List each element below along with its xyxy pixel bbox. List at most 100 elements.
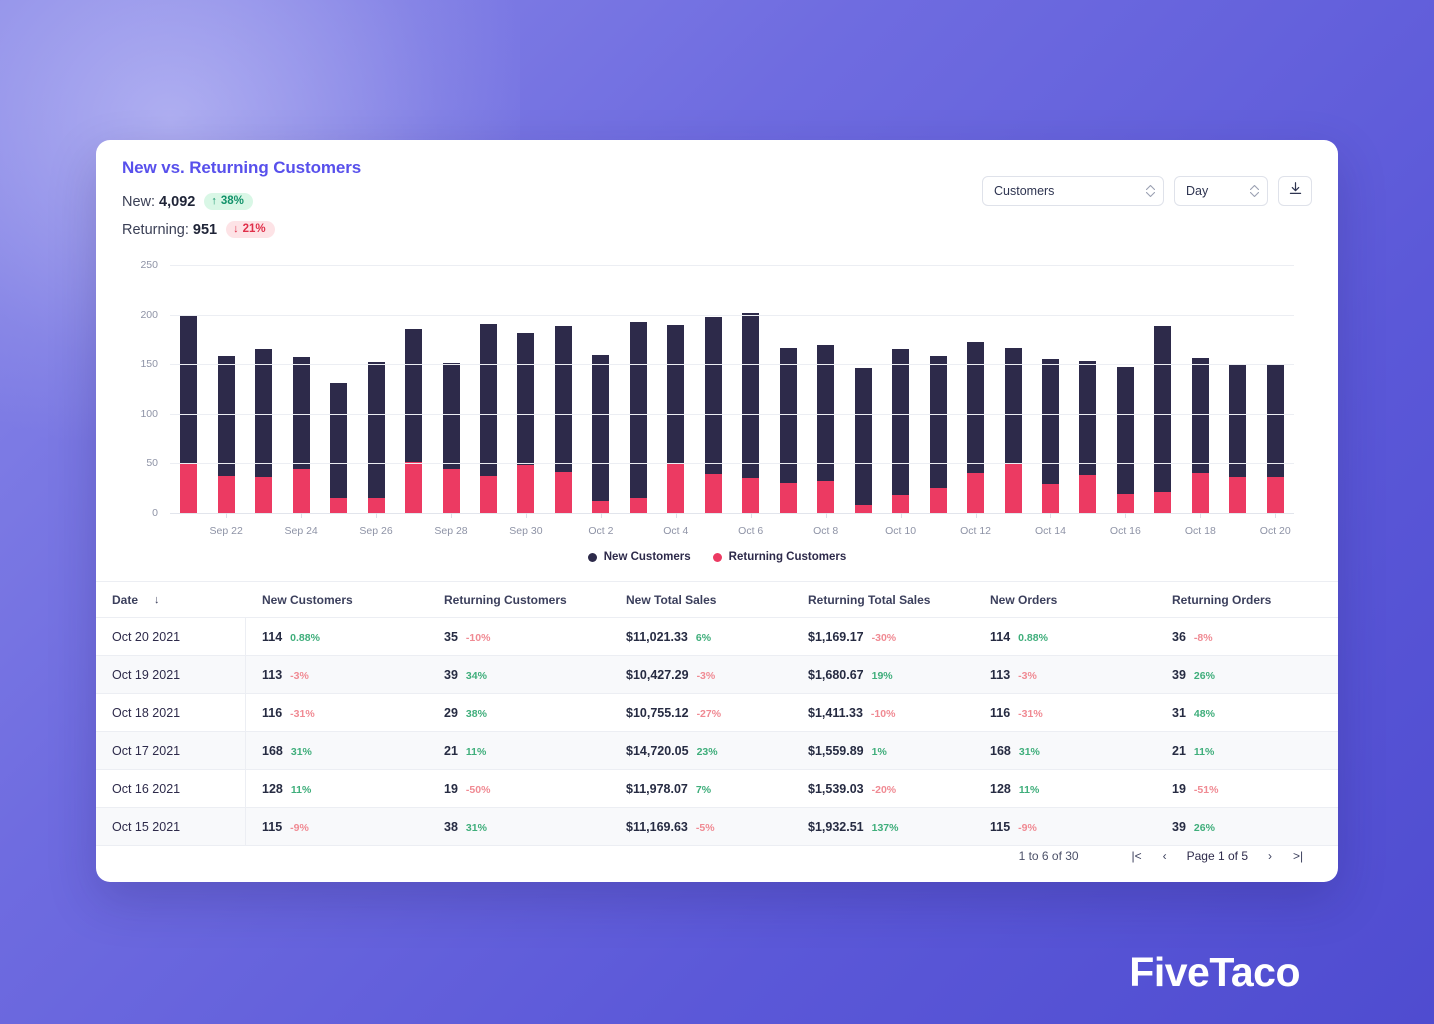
cell-returning-orders: 39 26% <box>1156 668 1338 682</box>
table-row[interactable]: Oct 17 2021 168 31% 21 11% $14,720.05 23% $1,55… <box>96 732 1338 770</box>
bar-slot[interactable] <box>1182 265 1219 513</box>
column-header-new-customers[interactable]: New Customers <box>246 593 428 607</box>
bar-slot[interactable] <box>1144 265 1181 513</box>
stacked-bar[interactable] <box>479 323 497 513</box>
cell-value: 36 <box>1172 629 1186 644</box>
stacked-bar[interactable] <box>1042 359 1060 513</box>
metric-select[interactable]: Customers <box>982 176 1164 206</box>
bar-slot[interactable] <box>695 265 732 513</box>
prev-page-button[interactable]: ‹ <box>1151 842 1179 870</box>
column-header-returning-total-sales[interactable]: Returning Total Sales <box>792 593 974 607</box>
bar-slot[interactable] <box>245 265 282 513</box>
bar-slot[interactable] <box>882 265 919 513</box>
bar-slot[interactable] <box>470 265 507 513</box>
bar-slot[interactable] <box>732 265 769 513</box>
stacked-bar[interactable] <box>367 362 385 513</box>
bar-slot[interactable] <box>507 265 544 513</box>
gridline <box>170 364 1294 366</box>
x-tick-label: Oct 2 <box>588 525 614 537</box>
bar-slot[interactable] <box>357 265 394 513</box>
bar-segment-returning <box>1116 494 1134 513</box>
cell-new-customers: 113 -3% <box>246 668 428 682</box>
bar-slot[interactable] <box>207 265 244 513</box>
stacked-bar[interactable] <box>442 363 460 513</box>
bar-slot[interactable] <box>957 265 994 513</box>
cell-delta: -20% <box>871 783 897 796</box>
stacked-bar[interactable] <box>292 357 310 513</box>
cell-delta: -30% <box>871 631 897 644</box>
cell-returning-customers: 39 34% <box>428 668 610 682</box>
stacked-bar[interactable] <box>554 325 572 513</box>
cell-delta: 11% <box>1018 783 1040 796</box>
stacked-bar[interactable] <box>217 356 235 513</box>
cell-delta: -3% <box>290 669 309 682</box>
stacked-bar[interactable] <box>967 342 985 513</box>
bar-slot[interactable] <box>432 265 469 513</box>
stacked-bar[interactable] <box>667 324 685 513</box>
cell-delta: 26% <box>1193 669 1215 682</box>
bar-slot[interactable] <box>545 265 582 513</box>
column-header-returning-orders[interactable]: Returning Orders <box>1156 593 1338 607</box>
stacked-bar[interactable] <box>330 383 348 513</box>
bar-slot[interactable] <box>1219 265 1256 513</box>
bar-slot[interactable] <box>395 265 432 513</box>
bar-slot[interactable] <box>620 265 657 513</box>
stacked-bar[interactable] <box>817 345 835 513</box>
column-header-new-orders[interactable]: New Orders <box>974 593 1156 607</box>
bar-slot[interactable] <box>170 265 207 513</box>
bar-segment-new <box>517 333 535 466</box>
bar-slot[interactable] <box>582 265 619 513</box>
bar-slot[interactable] <box>1257 265 1294 513</box>
kpi-new-badge: ↑ 38% <box>204 192 253 211</box>
table-row[interactable]: Oct 16 2021 128 11% 19 -50% $11,978.07 7% $1,53… <box>96 770 1338 808</box>
bar-segment-returning <box>779 483 797 513</box>
stacked-bar[interactable] <box>592 355 610 513</box>
x-tick-mark <box>675 513 677 518</box>
table-row[interactable]: Oct 20 2021 114 0.88% 35 -10% $11,021.33 6% $1,… <box>96 618 1338 656</box>
stacked-bar[interactable] <box>779 348 797 513</box>
bar-slot[interactable] <box>657 265 694 513</box>
stacked-bar[interactable] <box>854 368 872 513</box>
cell-value: 114 <box>990 629 1011 644</box>
column-header-returning-customers[interactable]: Returning Customers <box>428 593 610 607</box>
plot-area <box>170 265 1294 518</box>
column-header-new-total-sales[interactable]: New Total Sales <box>610 593 792 607</box>
download-button[interactable] <box>1278 176 1312 206</box>
bar-slot[interactable] <box>807 265 844 513</box>
bar-slot[interactable] <box>844 265 881 513</box>
column-header-date[interactable]: Date ↓ <box>96 582 246 617</box>
next-page-button[interactable]: › <box>1256 842 1284 870</box>
bar-slot[interactable] <box>1032 265 1069 513</box>
table-row[interactable]: Oct 19 2021 113 -3% 39 34% $10,427.29 -3% $1,68… <box>96 656 1338 694</box>
bar-slot[interactable] <box>282 265 319 513</box>
cell-value: 128 <box>990 781 1011 796</box>
stacked-bar[interactable] <box>1004 348 1022 513</box>
stacked-bar[interactable] <box>1079 361 1097 513</box>
bar-slot[interactable] <box>994 265 1031 513</box>
stacked-bar[interactable] <box>255 349 273 513</box>
cell-value: 19 <box>444 781 458 796</box>
stacked-bar[interactable] <box>629 321 647 513</box>
bar-slot[interactable] <box>770 265 807 513</box>
stacked-bar[interactable] <box>1116 367 1134 513</box>
stacked-bar[interactable] <box>929 356 947 513</box>
bar-slot[interactable] <box>1107 265 1144 513</box>
stacked-bar[interactable] <box>405 328 423 513</box>
stacked-bar[interactable] <box>1229 365 1247 513</box>
x-tick-mark <box>600 513 602 518</box>
stacked-bar[interactable] <box>517 333 535 513</box>
stacked-bar[interactable] <box>1154 325 1172 513</box>
cell-delta: 7% <box>695 783 712 796</box>
bar-slot[interactable] <box>919 265 956 513</box>
table-row[interactable]: Oct 18 2021 116 -31% 29 38% $10,755.12 -27% $1,… <box>96 694 1338 732</box>
last-page-button[interactable]: >| <box>1284 842 1312 870</box>
stacked-bar[interactable] <box>1191 358 1209 513</box>
x-tick-mark <box>301 513 303 518</box>
first-page-button[interactable]: |< <box>1123 842 1151 870</box>
bar-slot[interactable] <box>1069 265 1106 513</box>
stacked-bar[interactable] <box>1266 364 1284 513</box>
bar-slot[interactable] <box>320 265 357 513</box>
interval-select[interactable]: Day <box>1174 176 1268 206</box>
stacked-bar[interactable] <box>704 316 722 513</box>
stacked-bar[interactable] <box>892 349 910 513</box>
